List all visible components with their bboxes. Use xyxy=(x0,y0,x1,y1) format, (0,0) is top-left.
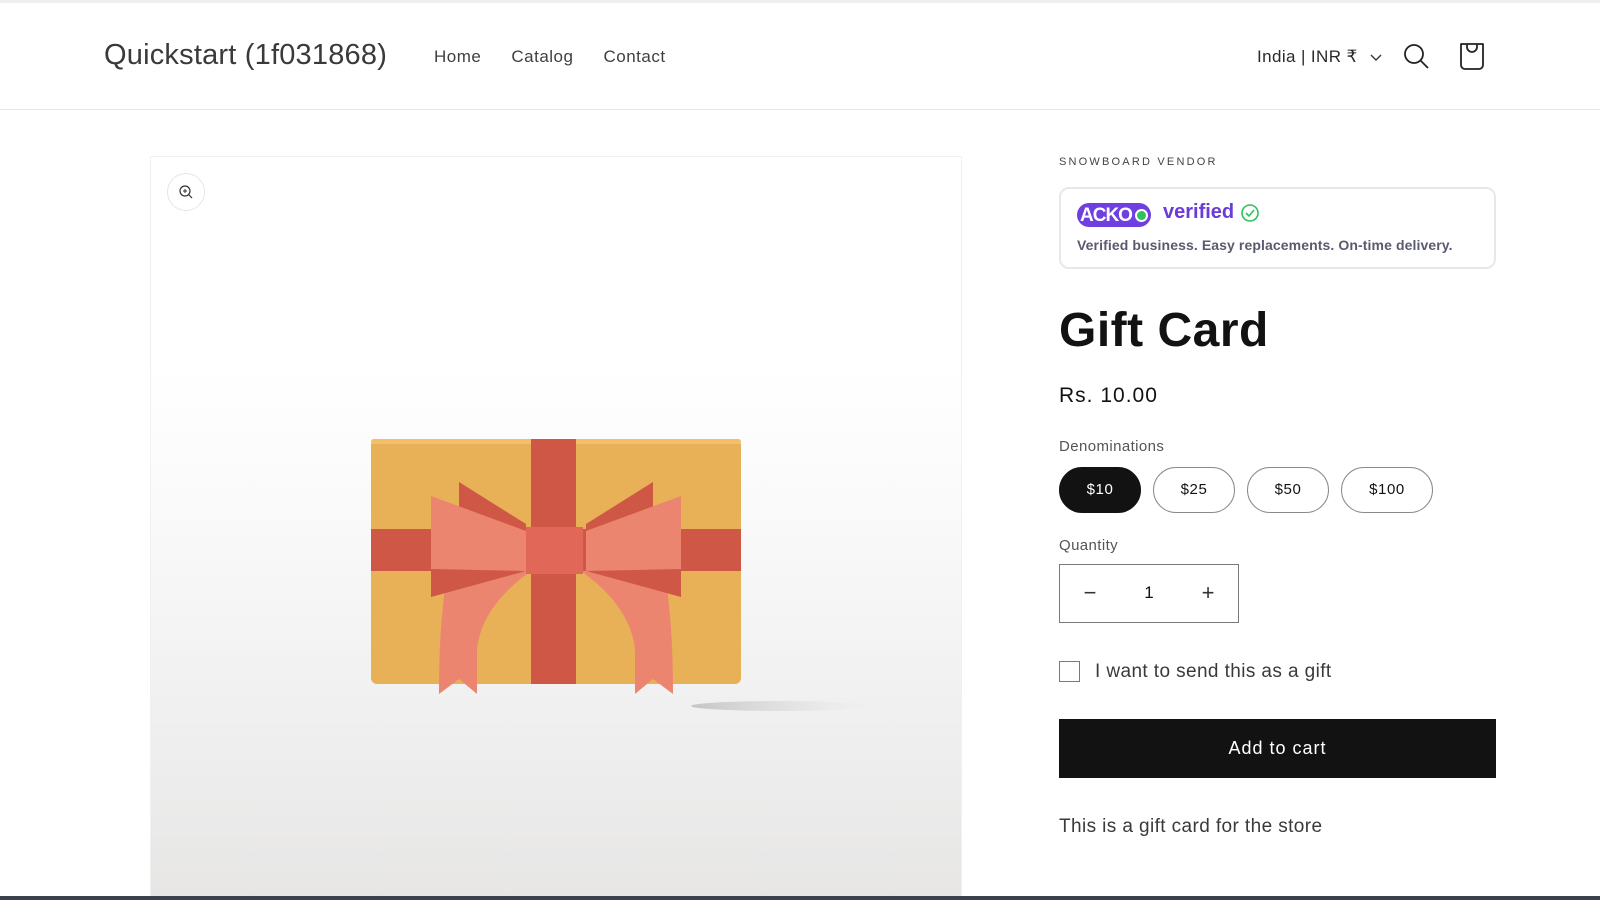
cart-button[interactable] xyxy=(1457,41,1487,71)
acko-brand-text: ACKO xyxy=(1080,204,1133,226)
nav-catalog[interactable]: Catalog xyxy=(511,47,573,67)
chevron-down-icon xyxy=(1370,54,1382,61)
denominations-label: Denominations xyxy=(1059,437,1165,455)
quantity-stepper: − 1 + xyxy=(1059,563,1239,623)
product-title: Gift Card xyxy=(1059,304,1269,357)
product-description: This is a gift card for the store xyxy=(1059,815,1323,837)
locale-label: India | INR ₹ xyxy=(1257,47,1358,66)
check-circle-icon xyxy=(1241,203,1259,222)
quantity-input[interactable]: 1 xyxy=(1144,583,1153,603)
denomination-10[interactable]: $10 xyxy=(1059,466,1141,513)
site-header: Quickstart (1f031868) Home Catalog Conta… xyxy=(0,3,1600,110)
denomination-100[interactable]: $100 xyxy=(1341,466,1433,513)
bow-knot xyxy=(526,527,583,574)
bottom-bar xyxy=(0,896,1600,900)
locale-selector[interactable]: India | INR ₹ xyxy=(1257,47,1384,67)
acko-dot-icon xyxy=(1134,208,1148,222)
denomination-25[interactable]: $25 xyxy=(1153,466,1235,513)
product-info: SNOWBOARD VENDOR ACKO verified Verified … xyxy=(1059,156,1496,838)
cart-icon xyxy=(1460,43,1484,70)
zoom-button[interactable] xyxy=(167,173,205,211)
quantity-increment-button[interactable]: + xyxy=(1188,573,1228,613)
card-shadow xyxy=(691,701,871,711)
product-price: Rs. 10.00 xyxy=(1059,383,1158,407)
denomination-50[interactable]: $50 xyxy=(1247,466,1329,513)
nav-contact[interactable]: Contact xyxy=(603,47,665,67)
gift-option: I want to send this as a gift xyxy=(1059,661,1496,683)
acko-logo: ACKO xyxy=(1077,203,1151,227)
quantity-label: Quantity xyxy=(1059,536,1119,554)
add-to-cart-button[interactable]: Add to cart xyxy=(1059,718,1496,778)
product-vendor: SNOWBOARD VENDOR xyxy=(1059,156,1218,168)
acko-verified-badge: ACKO verified Verified business. Easy re… xyxy=(1059,187,1496,269)
acko-verified-label: verified xyxy=(1163,201,1260,224)
search-icon xyxy=(1404,44,1429,69)
nav-home[interactable]: Home xyxy=(434,47,481,67)
verified-text: verified xyxy=(1163,201,1235,223)
zoom-in-icon xyxy=(179,185,193,199)
acko-subtitle: Verified business. Easy replacements. On… xyxy=(1077,237,1453,253)
denominations-group: $10 $25 $50 $100 xyxy=(1059,466,1496,513)
gift-card-image[interactable] xyxy=(371,439,891,719)
quantity-decrement-button[interactable]: − xyxy=(1070,573,1110,613)
gift-checkbox-label[interactable]: I want to send this as a gift xyxy=(1095,661,1332,683)
search-button[interactable] xyxy=(1401,41,1431,71)
main-nav: Home Catalog Contact xyxy=(434,47,666,67)
gift-checkbox[interactable] xyxy=(1059,661,1080,683)
store-logo[interactable]: Quickstart (1f031868) xyxy=(104,39,387,72)
product-media xyxy=(150,156,962,900)
